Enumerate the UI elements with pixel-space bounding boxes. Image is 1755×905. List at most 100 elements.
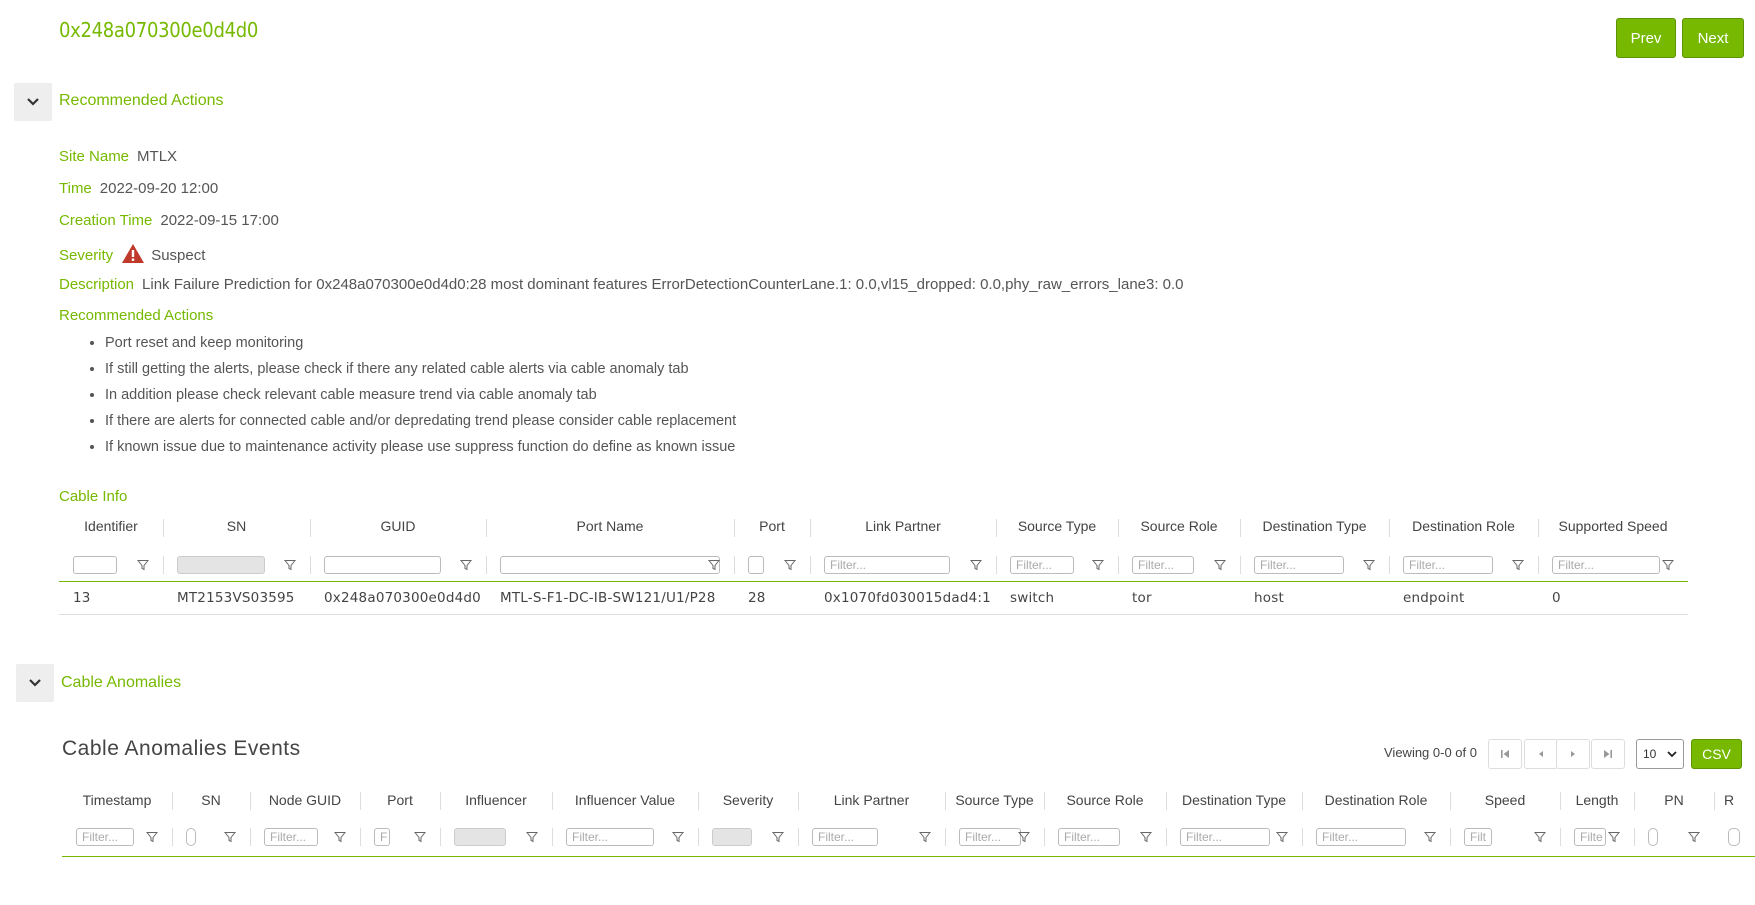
column-header[interactable]: SN [172,792,250,808]
filter-icon[interactable] [1533,831,1547,843]
column-header[interactable]: Source Role [1118,518,1240,534]
filter-input[interactable] [324,556,441,574]
filter-icon[interactable] [1687,831,1701,843]
filter-icon[interactable] [1607,831,1621,843]
filter-input[interactable]: F [374,828,390,846]
filter-icon[interactable] [283,559,297,571]
filter-icon[interactable] [1213,559,1227,571]
filter-icon[interactable] [1091,559,1105,571]
column-separator [440,828,441,846]
column-header[interactable]: Source Role [1044,792,1166,808]
filter-icon[interactable] [969,559,983,571]
filter-icon[interactable] [413,831,427,843]
column-header[interactable]: Influencer Value [552,792,698,808]
column-header[interactable]: Node GUID [250,792,360,808]
filter-icon[interactable] [1362,559,1376,571]
prev-page-button[interactable] [1524,739,1558,769]
column-separator [552,828,553,846]
column-header[interactable]: Port [734,518,810,534]
column-header[interactable]: SN [163,518,310,534]
column-separator [1240,556,1241,574]
column-header[interactable]: Source Type [945,792,1044,808]
filter-icon[interactable] [771,831,785,843]
page-size-select[interactable]: 10 [1636,739,1684,769]
table-cell: tor [1132,590,1152,606]
column-header[interactable]: Port [360,792,440,808]
column-header[interactable]: Link Partner [810,518,996,534]
column-header[interactable]: Destination Type [1166,792,1302,808]
filter-input[interactable] [500,556,720,574]
filter-input[interactable] [186,828,196,846]
filter-input[interactable]: Filter... [264,828,318,846]
column-header[interactable]: R [1714,792,1744,808]
table-cell: 0 [1552,590,1561,606]
filter-input[interactable] [177,556,265,574]
filter-input[interactable] [1648,828,1658,846]
column-separator [1166,828,1167,846]
column-header[interactable]: Severity [698,792,798,808]
filter-input[interactable]: Filter... [959,828,1021,846]
filter-icon[interactable] [918,831,932,843]
filter-icon[interactable] [783,559,797,571]
filter-input[interactable]: Filter... [1132,556,1194,574]
filter-input[interactable]: Filter... [1316,828,1406,846]
column-header[interactable]: Source Type [996,518,1118,534]
filter-icon[interactable] [145,831,159,843]
column-header[interactable]: Port Name [486,518,734,534]
filter-icon[interactable] [1139,831,1153,843]
filter-input[interactable] [748,556,764,574]
collapse-anomalies-button[interactable] [16,664,54,702]
csv-export-button[interactable]: CSV [1691,739,1742,769]
filter-input[interactable]: Filter... [1058,828,1120,846]
table-cell: 0x1070fd030015dad4:1 [824,590,991,606]
column-header[interactable]: PN [1634,792,1714,808]
next-button[interactable]: Next [1682,18,1744,58]
filter-input[interactable]: Filter... [1180,828,1270,846]
column-header[interactable]: Influencer [440,792,552,808]
filter-input[interactable]: Filter... [566,828,654,846]
filter-icon[interactable] [671,831,685,843]
filter-icon[interactable] [1661,559,1675,571]
filter-input[interactable]: Filter... [1552,556,1660,574]
column-header[interactable]: Destination Type [1240,518,1389,534]
filter-icon[interactable] [525,831,539,843]
column-separator [1389,556,1390,574]
filter-input[interactable]: Filter... [824,556,950,574]
filter-icon[interactable] [223,831,237,843]
filter-icon[interactable] [1423,831,1437,843]
filter-input[interactable]: Filte [1574,828,1606,846]
filter-icon[interactable] [333,831,347,843]
list-item: In addition please check relevant cable … [105,385,736,411]
filter-input[interactable]: Filt [1464,828,1492,846]
filter-icon[interactable] [136,559,150,571]
filter-input[interactable]: Filter... [1403,556,1493,574]
column-header[interactable]: Speed [1450,792,1560,808]
column-header[interactable]: Timestamp [62,792,172,808]
filter-icon[interactable] [707,559,721,571]
column-header[interactable]: Supported Speed [1538,518,1688,534]
filter-input[interactable] [712,828,752,846]
column-header[interactable]: Destination Role [1389,518,1538,534]
first-page-button[interactable] [1488,739,1522,769]
filter-input[interactable] [454,828,506,846]
filter-input[interactable]: Filter... [76,828,134,846]
last-page-button[interactable] [1591,739,1625,769]
column-header[interactable]: Destination Role [1302,792,1450,808]
filter-input[interactable]: Filter... [812,828,878,846]
next-page-button[interactable] [1556,739,1590,769]
filter-icon[interactable] [1275,831,1289,843]
filter-input[interactable] [73,556,117,574]
filter-input[interactable]: Filter... [1254,556,1344,574]
events-title: Cable Anomalies Events [62,737,301,760]
prev-button[interactable]: Prev [1616,18,1676,58]
column-header[interactable]: Identifier [59,518,163,534]
column-header[interactable]: GUID [310,518,486,534]
filter-icon[interactable] [1017,831,1031,843]
filter-input[interactable] [1728,828,1740,846]
filter-icon[interactable] [459,559,473,571]
filter-input[interactable]: Filter... [1010,556,1074,574]
column-header[interactable]: Length [1560,792,1634,808]
collapse-recommended-button[interactable] [14,83,52,121]
filter-icon[interactable] [1511,559,1525,571]
column-header[interactable]: Link Partner [798,792,945,808]
